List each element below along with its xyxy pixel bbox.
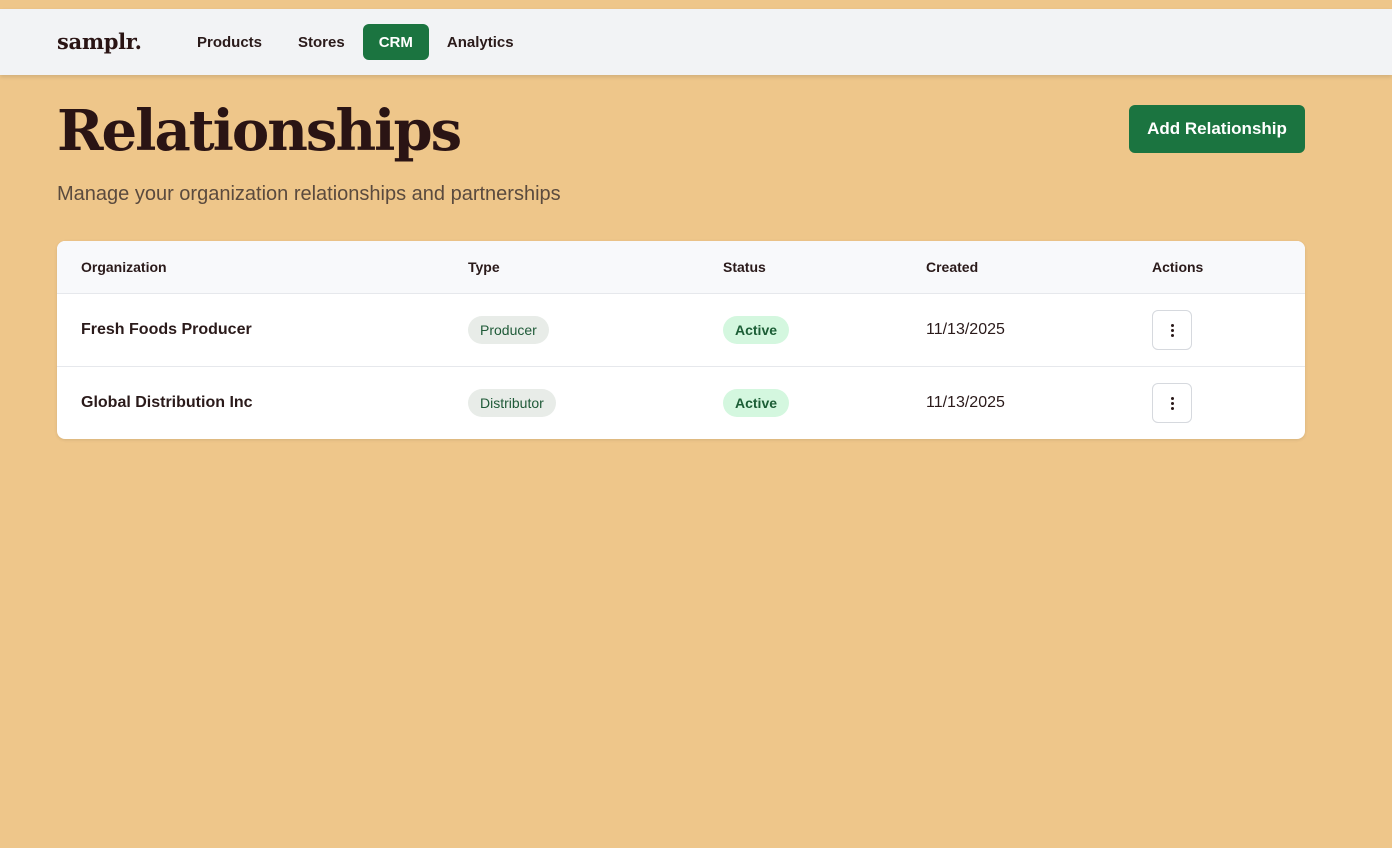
relationships-table: Organization Type Status Created Actions… bbox=[57, 241, 1305, 439]
table-header: Organization Type Status Created Actions bbox=[57, 241, 1305, 294]
nav-items: Products Stores CRM Analytics bbox=[179, 24, 532, 60]
row-actions-button[interactable] bbox=[1152, 383, 1192, 423]
column-header-actions: Actions bbox=[1152, 259, 1204, 275]
status-badge: Active bbox=[723, 389, 790, 417]
type-badge: Producer bbox=[468, 316, 549, 344]
table-row[interactable]: Global Distribution Inc Distributor Acti… bbox=[57, 367, 1305, 439]
organization-name: Global Distribution Inc bbox=[81, 394, 253, 411]
nav-item-crm[interactable]: CRM bbox=[362, 24, 429, 60]
more-vertical-icon bbox=[1170, 396, 1174, 410]
page-subtitle: Manage your organization relationships a… bbox=[57, 183, 561, 205]
column-header-type: Type bbox=[468, 259, 500, 275]
table-row[interactable]: Fresh Foods Producer Producer Active 11/… bbox=[57, 294, 1305, 367]
row-actions-button[interactable] bbox=[1152, 310, 1192, 350]
brand-logo[interactable]: samplr. bbox=[57, 29, 142, 54]
created-date: 11/13/2025 bbox=[926, 394, 1005, 411]
top-strip bbox=[0, 0, 1392, 9]
nav-item-products[interactable]: Products bbox=[179, 24, 280, 60]
column-header-organization: Organization bbox=[81, 259, 167, 275]
column-header-created: Created bbox=[926, 259, 979, 275]
created-date: 11/13/2025 bbox=[926, 321, 1005, 338]
status-badge: Active bbox=[723, 316, 790, 344]
add-relationship-button[interactable]: Add Relationship bbox=[1129, 105, 1305, 153]
top-navbar: samplr. Products Stores CRM Analytics bbox=[0, 9, 1392, 75]
more-vertical-icon bbox=[1170, 323, 1174, 337]
page-title: Relationships bbox=[57, 98, 462, 164]
nav-item-analytics[interactable]: Analytics bbox=[429, 24, 532, 60]
organization-name: Fresh Foods Producer bbox=[81, 321, 252, 338]
column-header-status: Status bbox=[723, 259, 766, 275]
type-badge: Distributor bbox=[468, 389, 556, 417]
nav-item-stores[interactable]: Stores bbox=[280, 24, 363, 60]
